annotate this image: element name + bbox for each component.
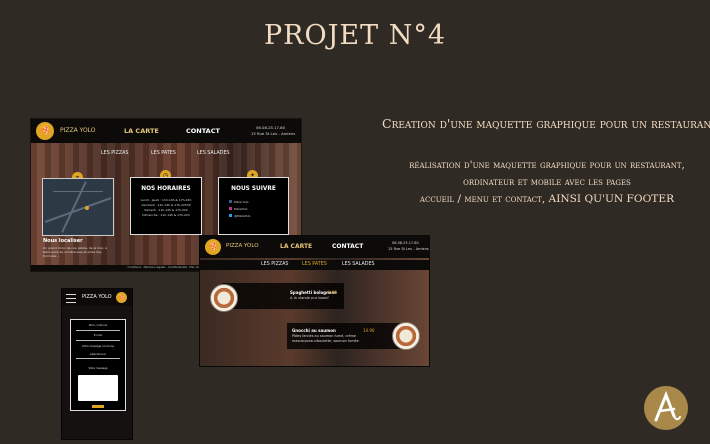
address: 15 Rue St Leu - Amiens <box>251 131 296 136</box>
menu-item-row[interactable]: Spaghetti bolognese A la viande pur boeu… <box>222 283 344 309</box>
spaghetti-dish-image <box>210 284 238 312</box>
email-field-label: E-mail <box>93 334 103 337</box>
nav-menu-link[interactable]: LA CARTE <box>280 243 312 250</box>
instagram-icon <box>229 207 232 210</box>
pizza-logo-icon: 🍕 <box>36 122 54 140</box>
location-title: Nous localiser <box>43 238 83 244</box>
hours-line: Samedi : 11h-14h & 17h-22h <box>144 208 188 212</box>
name-field[interactable] <box>76 330 120 331</box>
item-description: Pâtes farcies au saumon fumé, crème masc… <box>292 334 359 343</box>
item-description: A la viande pur boeuf <box>290 296 329 300</box>
nav-contact-link[interactable]: CONTACT <box>186 127 220 135</box>
description-line: ordinateur et mobile avec les pages <box>463 176 631 188</box>
mobile-contact-mockup: PIZZA YOLO 🍕 Nom / prénom E-mail Votre m… <box>61 288 133 440</box>
tab-pizzas[interactable]: LES PIZZAS <box>261 262 288 267</box>
menu-submenu: LES PIZZAS LES PATES LES SALADES <box>200 260 429 270</box>
social-facebook-link[interactable]: Pizza Yolo <box>229 200 288 204</box>
slide-title: PROJET N°4 <box>263 20 447 51</box>
social-twitter-link[interactable]: @PizzaYolo <box>229 214 288 218</box>
tab-pizzas[interactable]: LES PIZZAS <box>101 151 128 156</box>
pizza-logo-icon: 🍕 <box>205 239 221 255</box>
hours-line: Dimanche : 11h-14h & 17h-22h <box>142 213 190 217</box>
item-price: 9.90 <box>328 290 337 295</box>
brand-name: PIZZA YOLO <box>82 294 112 300</box>
hours-line: Lundi - Jeudi : 11h-14h & 17h-22h <box>140 198 192 202</box>
nav-contact-link[interactable]: CONTACT <box>332 243 363 250</box>
phone-number: 06.08.25.17.80 <box>392 241 419 245</box>
subject-select[interactable]: sélectionner <box>71 353 125 356</box>
hours-card: NOS HORAIRES Lundi - Jeudi : 11h-14h & 1… <box>130 177 202 235</box>
home-navbar: 🍕 PIZZA YOLO LA CARTE CONTACT 06.08.25.1… <box>31 119 301 143</box>
name-field-label: Nom / prénom <box>88 324 108 327</box>
menu-item-row[interactable]: Gnocchi au saumon Pâtes farcies au saumo… <box>287 323 407 349</box>
description-line: accueil / menu et contact, AINSI QU'UN F… <box>419 193 675 205</box>
email-field[interactable] <box>76 340 120 341</box>
message-textarea[interactable] <box>78 375 118 401</box>
social-card: NOUS SUIVRE Pizza Yolo PizzaYolo @PizzaY… <box>218 177 289 235</box>
description-line: réalisation d'une maquette graphique pou… <box>409 159 685 171</box>
subject-label: Votre message concerne <box>81 345 115 348</box>
tab-salades[interactable]: LES SALADES <box>342 262 375 267</box>
desktop-menu-mockup: 🍕 PIZZA YOLO LA CARTE CONTACT 06.08.25.1… <box>199 235 430 367</box>
home-submenu: LES PIZZAS LES PATES LES SALADES <box>31 149 301 159</box>
mobile-navbar: PIZZA YOLO 🍕 <box>62 289 132 306</box>
contact-form: Nom / prénom E-mail Votre message concer… <box>70 319 126 411</box>
map-marker-icon <box>85 206 89 210</box>
brand-name: PIZZA YOLO <box>60 127 96 134</box>
hours-line: Vendredi : 11h-14h & 17h-22h30 <box>141 203 191 207</box>
item-price: 14.90 <box>363 328 375 333</box>
phone-number: 06.08.25.17.80 <box>256 125 285 130</box>
tab-pates[interactable]: LES PATES <box>151 151 176 156</box>
pizza-logo-icon: 🍕 <box>116 292 127 303</box>
social-instagram-link[interactable]: PizzaYolo <box>229 207 288 211</box>
menu-navbar: 🍕 PIZZA YOLO LA CARTE CONTACT 06.08.25.1… <box>200 236 429 258</box>
follow-title: NOUS SUIVRE <box>231 186 276 192</box>
slide-subtitle: Creation d'une maquette graphique pour u… <box>382 116 710 131</box>
facebook-icon <box>229 200 232 203</box>
brand-name: PIZZA YOLO <box>226 243 259 249</box>
signature-a-icon <box>654 390 681 422</box>
tab-salades[interactable]: LES SALADES <box>197 151 230 156</box>
hamburger-menu-icon[interactable] <box>66 294 76 303</box>
tab-pates-active[interactable]: LES PATES <box>302 262 327 267</box>
submit-button[interactable] <box>92 405 104 408</box>
twitter-icon <box>229 214 232 217</box>
message-label: Votre message <box>88 367 108 370</box>
slide-description: réalisation d'une maquette graphique pou… <box>387 157 707 208</box>
gnocchi-dish-image <box>392 322 420 350</box>
hours-title: NOS HORAIRES <box>141 186 191 192</box>
nav-menu-link[interactable]: LA CARTE <box>124 127 159 135</box>
signature-logo <box>644 386 688 430</box>
map-image[interactable] <box>42 178 114 236</box>
item-name: Gnocchi au saumon <box>292 328 336 333</box>
address: 15 Rue St Leu - Amiens <box>388 247 429 251</box>
location-text: Un grand choix de nos pizzas, de la mer,… <box>43 246 107 258</box>
